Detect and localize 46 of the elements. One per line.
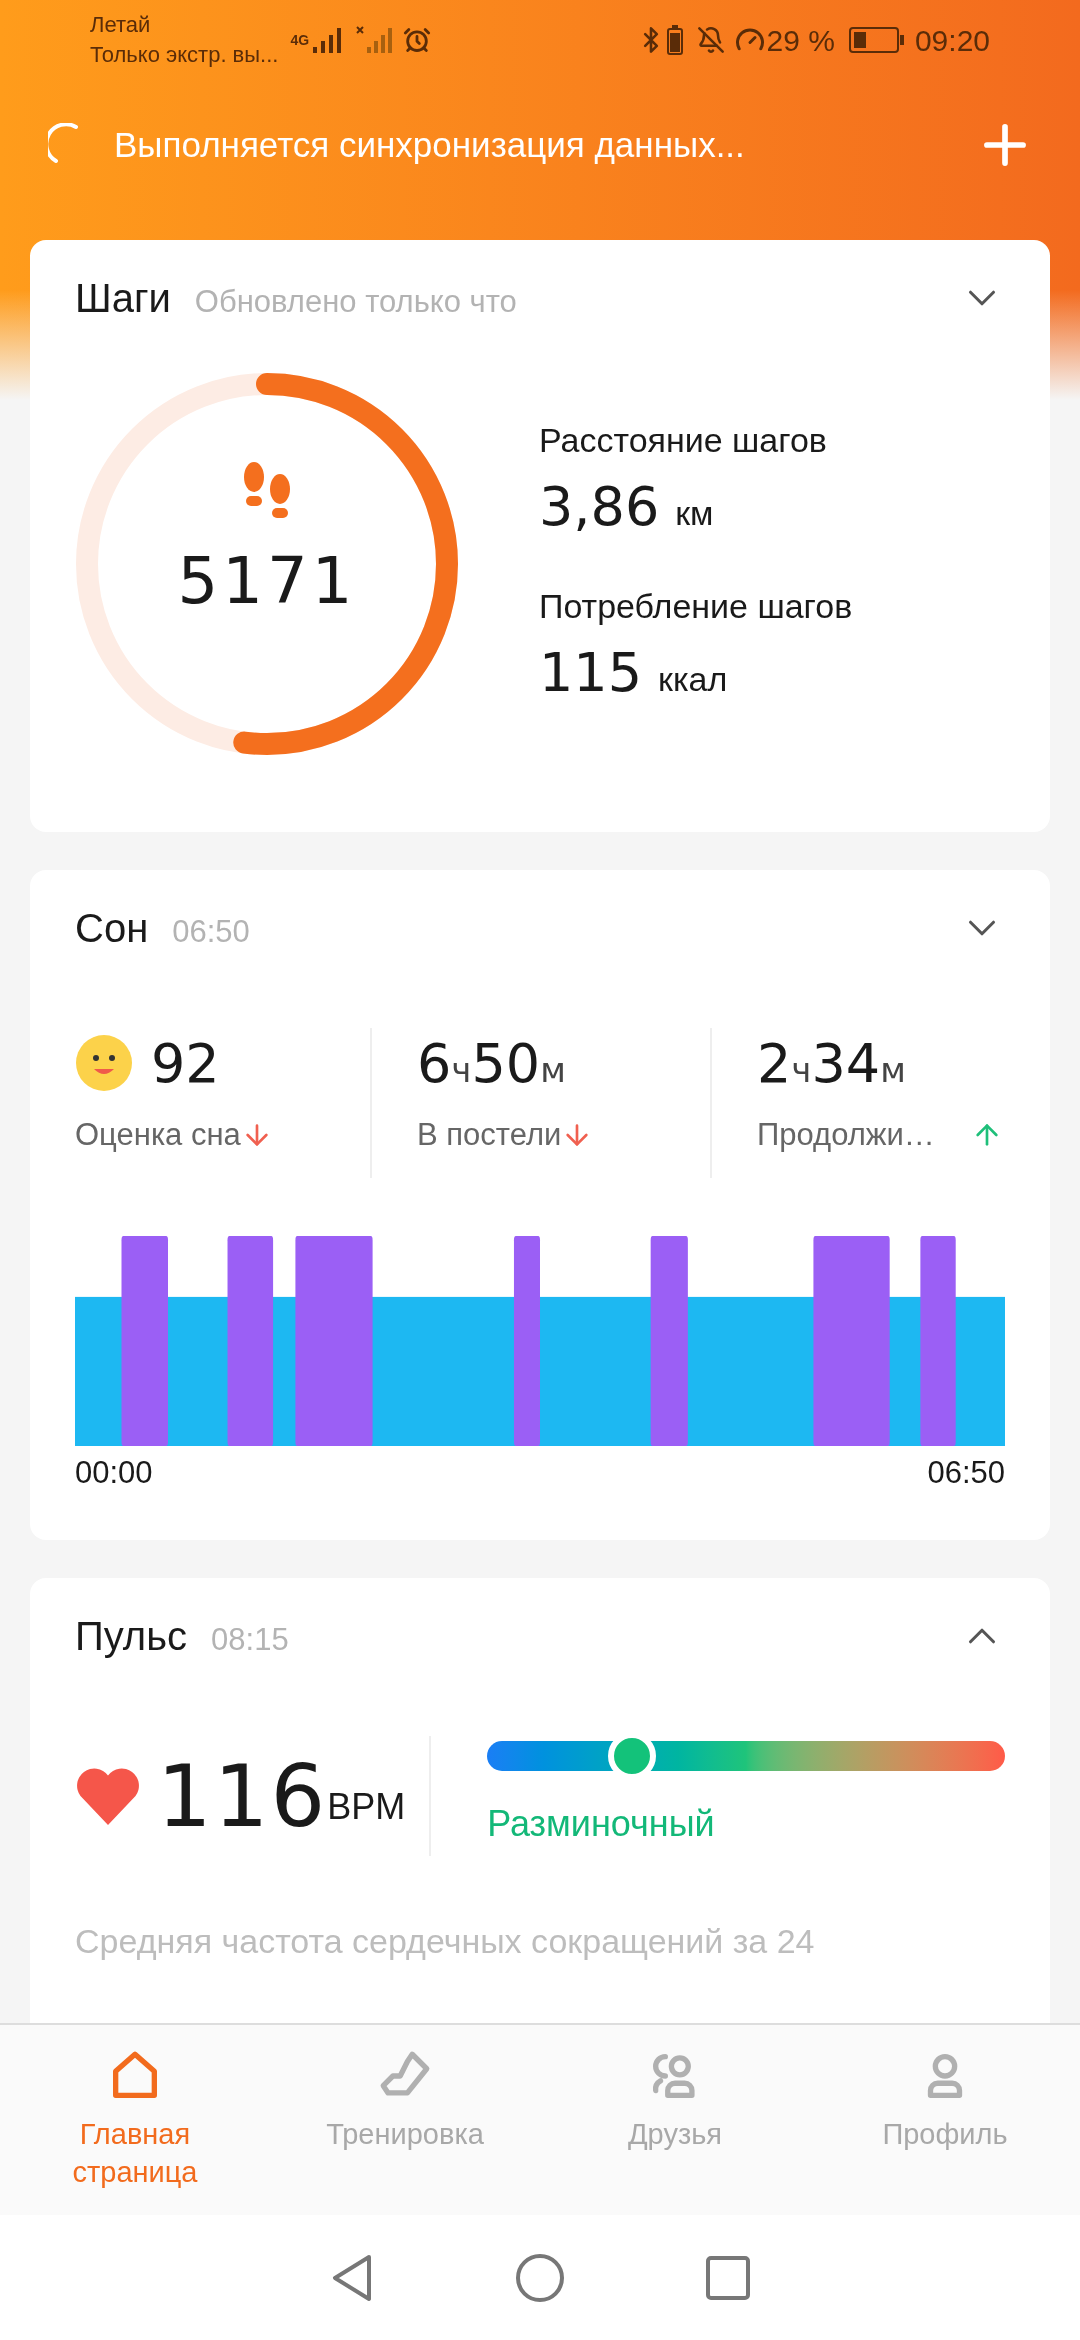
stat-label: В постели bbox=[417, 1116, 562, 1154]
steps-card[interactable]: Шаги Обновлено только что 5171 Расстояние шагов 3,86 км Потребление шагов 115 ккал bbox=[30, 240, 1050, 832]
clock-time: 09:20 bbox=[914, 22, 990, 59]
nav-tab[interactable]: Профиль bbox=[810, 2047, 1080, 2215]
carrier-name: Летай bbox=[90, 11, 152, 39]
chart-start-time: 00:00 bbox=[75, 1454, 153, 1492]
heart-icon bbox=[75, 1767, 141, 1825]
heart-rate-unit: BPM bbox=[327, 1785, 406, 1829]
card-title: Пульс bbox=[75, 1613, 188, 1660]
average-heart-rate: Средняя частота сердечных сокращений за 24 bbox=[75, 1921, 816, 1962]
card-subtitle: 08:15 bbox=[211, 1621, 289, 1659]
mute-icon bbox=[696, 26, 725, 54]
stat-label: Продолжи… bbox=[757, 1116, 935, 1154]
sleep-score: 92 bbox=[151, 1030, 220, 1097]
card-title: Сон bbox=[75, 905, 149, 952]
battery-percent: 29 % bbox=[766, 22, 835, 59]
metric-value: 115 bbox=[539, 640, 643, 706]
heart-rate-card[interactable]: Пульс 08:15 116 BPM Разминочный Средняя частота сердечных сокращений за 24 bbox=[30, 1578, 1050, 2023]
nav-tab[interactable]: Тренировка bbox=[270, 2047, 540, 2215]
carrier-mode: Только экстр. вы... bbox=[90, 41, 279, 69]
battery-icon bbox=[848, 27, 905, 53]
recent-apps-button[interactable] bbox=[705, 2254, 751, 2301]
sleep-duration: 6ч50м bbox=[417, 1030, 566, 1097]
metric-unit: ккал bbox=[658, 659, 728, 700]
network-type: 4G bbox=[290, 30, 310, 50]
sleep-card[interactable]: Сон 06:50 92 Оценка сна 6ч50м В постели 2 ч34м Продолжи… 00:00 06:50 bbox=[30, 870, 1050, 1540]
metric-label: Расстояние шагов bbox=[539, 420, 828, 461]
metric-label: Потребление шагов bbox=[539, 586, 853, 627]
metric-value: 3,86 bbox=[539, 474, 660, 540]
sync-status: Выполняется синхронизация данных... bbox=[114, 123, 746, 166]
nav-tab[interactable]: Друзья bbox=[540, 2047, 810, 2215]
metric-unit: км bbox=[675, 493, 714, 534]
card-subtitle: 06:50 bbox=[172, 913, 250, 951]
step-count: 5171 bbox=[177, 543, 357, 620]
battery-icon bbox=[666, 25, 683, 55]
chart-end-time: 06:50 bbox=[927, 1454, 1005, 1492]
alarm-icon bbox=[403, 26, 432, 54]
sleep-duration: 2 ч34м bbox=[757, 1030, 906, 1097]
stat-label: Оценка сна bbox=[75, 1116, 241, 1154]
heart-rate-zone: Разминочный bbox=[487, 1802, 716, 1846]
heart-rate-value: 116 bbox=[157, 1753, 328, 1839]
nav-tab[interactable]: Главная страница bbox=[0, 2047, 270, 2215]
home-button[interactable] bbox=[515, 2252, 565, 2303]
card-title: Шаги bbox=[75, 275, 171, 322]
smiley-icon bbox=[75, 1034, 133, 1092]
card-subtitle: Обновлено только что bbox=[194, 283, 517, 321]
